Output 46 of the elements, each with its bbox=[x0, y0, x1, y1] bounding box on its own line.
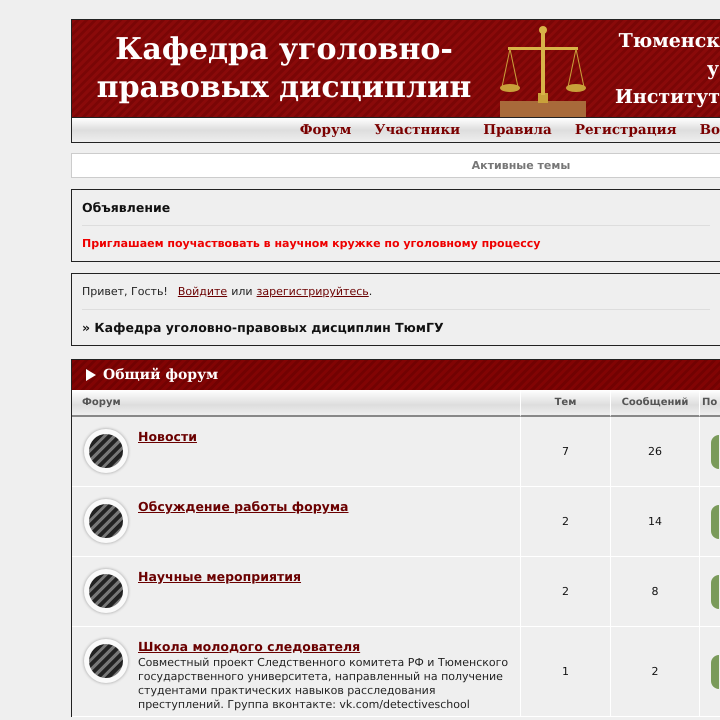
forum-status-icon bbox=[84, 429, 128, 473]
university-name: Институт bbox=[614, 84, 720, 110]
announcement-title: Объявление bbox=[82, 200, 170, 215]
university-name: у bbox=[706, 56, 720, 82]
connector-text: или bbox=[231, 285, 253, 298]
forum-title-link[interactable]: Научные мероприятия bbox=[138, 569, 302, 584]
avatar bbox=[711, 654, 719, 688]
login-link[interactable]: Войдите bbox=[178, 285, 228, 298]
column-header: По bbox=[700, 390, 720, 417]
posts-count: 26 bbox=[611, 417, 700, 487]
greeting-text: Привет, Гость! bbox=[82, 285, 168, 298]
forum-status-icon bbox=[84, 569, 128, 613]
forum-status-icon bbox=[84, 639, 128, 683]
forum-description: Совместный проект Следственного комитета РФ и Тюменского государственного университета, направленный на получение студентами практических навыков расследования преступлений. Группа вконтакте: vk.com/detectiveschool bbox=[138, 656, 510, 712]
nav-link[interactable]: Регистрация bbox=[574, 122, 677, 138]
topics-count: 2 bbox=[521, 557, 611, 627]
forum-title-link[interactable]: Обсуждение работы форума bbox=[138, 499, 348, 514]
nav-link[interactable]: Во bbox=[700, 122, 720, 138]
topics-count: 2 bbox=[521, 487, 611, 557]
breadcrumb: » Кафедра уголовно-правовых дисциплин ТюмГУ bbox=[82, 320, 444, 335]
site-title: правовых дисциплин bbox=[96, 68, 472, 106]
column-header: Тем bbox=[521, 390, 611, 417]
avatar bbox=[711, 504, 719, 538]
topics-count: 1 bbox=[521, 627, 611, 717]
posts-count: 2 bbox=[611, 627, 700, 717]
university-name: Тюменск bbox=[618, 28, 720, 54]
triangle-icon bbox=[86, 369, 96, 381]
nav-link[interactable]: Форум bbox=[300, 122, 352, 138]
column-header: Сообщений bbox=[611, 390, 700, 417]
punctuation-text: . bbox=[368, 285, 372, 298]
category-title: Общий форум bbox=[103, 367, 218, 383]
forum-status-icon bbox=[84, 499, 128, 543]
posts-count: 14 bbox=[611, 487, 700, 557]
active-topics-link[interactable]: Активные темы bbox=[222, 159, 570, 172]
column-header: Форум bbox=[72, 390, 521, 417]
nav-link[interactable]: Правила bbox=[483, 122, 552, 138]
register-link[interactable]: зарегистрируйтесь bbox=[256, 285, 369, 298]
forum-title-link[interactable]: Новости bbox=[138, 429, 197, 444]
nav-link[interactable]: Участники bbox=[374, 122, 460, 138]
site-title: Кафедра уголовно- bbox=[114, 30, 454, 68]
announcement-text: Приглашаем поучаствовать в научном кружке по уголовному процессу bbox=[82, 237, 540, 250]
avatar bbox=[711, 574, 719, 608]
posts-count: 8 bbox=[611, 557, 700, 627]
topics-count: 7 bbox=[521, 417, 611, 487]
avatar bbox=[711, 434, 719, 468]
forum-title-link[interactable]: Школа молодого следователя bbox=[138, 639, 518, 654]
